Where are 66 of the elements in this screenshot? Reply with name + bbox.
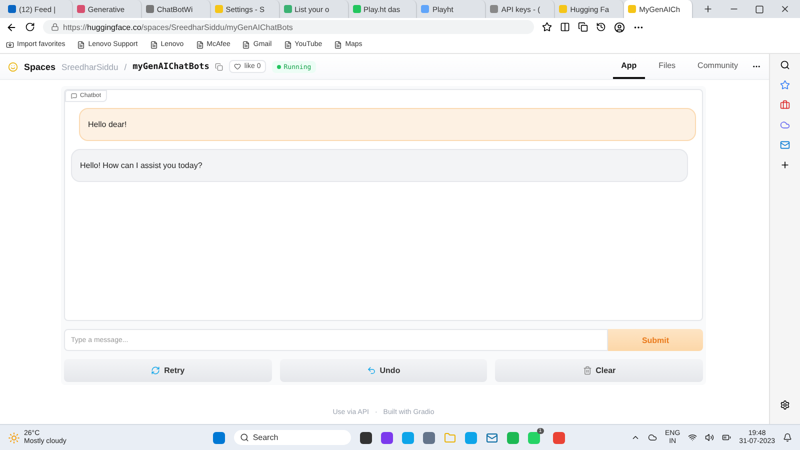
split-screen-icon[interactable]: [560, 22, 570, 32]
search-icon[interactable]: [780, 60, 790, 70]
page-icon: [242, 40, 250, 48]
settings-icon[interactable]: [780, 400, 790, 410]
refresh-icon: [151, 366, 160, 375]
history-icon[interactable]: [596, 22, 606, 32]
bot-message: Hello! How can I assist you today?: [71, 149, 688, 182]
space-name: myGenAIChatBots: [132, 62, 210, 72]
copy-icon[interactable]: [215, 62, 224, 70]
undo-icon: [366, 366, 376, 375]
taskbar-search[interactable]: Search: [234, 430, 351, 445]
battery-icon[interactable]: [722, 433, 732, 442]
app-icon[interactable]: [360, 432, 372, 444]
page-icon: [334, 40, 342, 48]
favorite-star-icon[interactable]: [542, 22, 552, 32]
page-icon: [284, 40, 292, 48]
avatar-icon[interactable]: [614, 22, 625, 32]
favicon-icon: [421, 5, 430, 13]
chevron-up-icon[interactable]: [631, 433, 640, 442]
close-icon[interactable]: [780, 4, 790, 14]
bell-icon[interactable]: [782, 433, 792, 442]
mail-icon[interactable]: [780, 140, 790, 150]
new-tab-icon[interactable]: [703, 4, 714, 14]
cloud-icon[interactable]: [648, 433, 657, 442]
favicon-icon: [8, 5, 16, 13]
start-icon[interactable]: [212, 432, 225, 444]
chat-icon: [71, 93, 77, 99]
app-icon[interactable]: [528, 432, 540, 444]
page-icon: [150, 40, 158, 48]
user-message: Hello dear!: [79, 108, 696, 141]
briefcase-icon[interactable]: [780, 100, 790, 110]
status-dot-icon: [276, 64, 281, 68]
page-icon: [196, 40, 204, 48]
lock-icon: [51, 23, 59, 31]
collections-icon[interactable]: [578, 22, 588, 32]
import-icon: [6, 40, 14, 48]
trash-icon: [582, 366, 592, 375]
app-icon[interactable]: [380, 432, 393, 444]
add-icon[interactable]: [780, 160, 790, 170]
search-icon: [240, 433, 249, 442]
reload-icon[interactable]: [25, 22, 35, 32]
weather-icon: [8, 432, 20, 444]
nav-tab[interactable]: Files: [650, 54, 684, 79]
heart-icon: [234, 63, 242, 70]
favicon-icon: [352, 5, 361, 13]
page-icon: [77, 40, 86, 48]
spaces-link[interactable]: Spaces: [24, 62, 56, 72]
back-icon[interactable]: [6, 22, 17, 32]
mail-icon[interactable]: [486, 432, 498, 444]
wifi-icon[interactable]: [688, 433, 698, 442]
favicon-icon: [284, 5, 292, 13]
volume-icon[interactable]: [705, 433, 714, 442]
retry-button[interactable]: Retry: [64, 359, 272, 382]
clear-button[interactable]: Clear: [495, 359, 703, 382]
favicon-icon: [628, 5, 636, 13]
nav-tab[interactable]: Community: [690, 54, 746, 79]
maximize-icon[interactable]: [755, 4, 764, 14]
favicon-icon: [76, 5, 85, 13]
path-separator: /: [124, 62, 127, 72]
favicon-icon: [490, 5, 498, 13]
favicon-icon: [146, 5, 154, 13]
smiley-icon: [8, 62, 18, 72]
undo-button[interactable]: Undo: [280, 359, 488, 382]
favicon-icon: [559, 5, 568, 13]
favicon-icon: [214, 5, 223, 13]
address-bar[interactable]: https://huggingface.co/spaces/SreedharSiddu/myGenAIChatBots: [43, 20, 534, 34]
